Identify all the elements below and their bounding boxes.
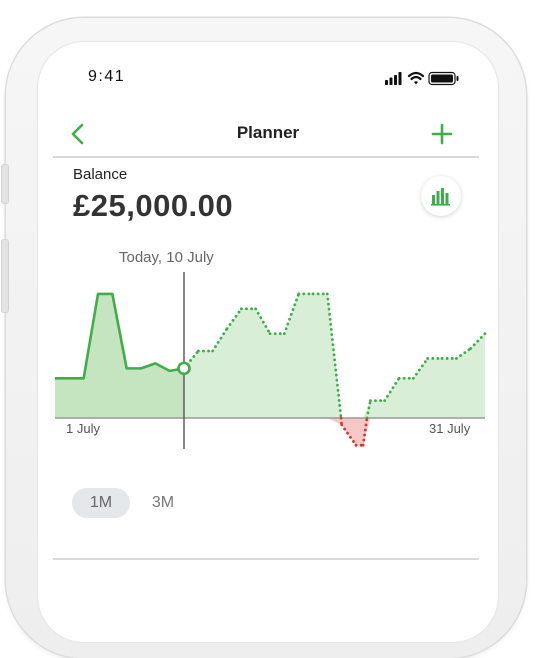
actual-area-fill (55, 293, 184, 418)
bottom-divider (53, 558, 479, 560)
status-icons (385, 71, 459, 86)
x-start-label: 1 July (66, 421, 100, 436)
bar-chart-icon (431, 188, 450, 206)
nav-divider (53, 156, 479, 158)
today-label: Today, 10 July (119, 249, 214, 266)
nav-bar: Planner (38, 114, 498, 154)
status-bar: 9:41 (38, 68, 498, 88)
battery-icon (428, 71, 459, 86)
add-button[interactable] (428, 120, 456, 148)
signal-icon (385, 72, 402, 85)
range-tab-1m[interactable]: 1M (72, 488, 130, 518)
x-end-label: 31 July (429, 421, 471, 436)
wifi-icon (407, 71, 425, 85)
chart-toggle-button[interactable] (421, 176, 461, 216)
today-point-marker (177, 361, 191, 376)
phone-silent-switch (2, 165, 8, 203)
plus-icon (431, 123, 453, 145)
phone-screen: 9:41 Planner Balance £25,000.00 Today, 1… (38, 42, 498, 642)
range-tab-3m[interactable]: 3M (140, 488, 186, 518)
balance-chart: Today, 10 July 1 July 31 July (55, 249, 487, 449)
balance-value: £25,000.00 (73, 188, 234, 223)
balance-label: Balance (73, 166, 128, 183)
phone-volume-button (2, 240, 8, 312)
status-time: 9:41 (88, 68, 126, 85)
